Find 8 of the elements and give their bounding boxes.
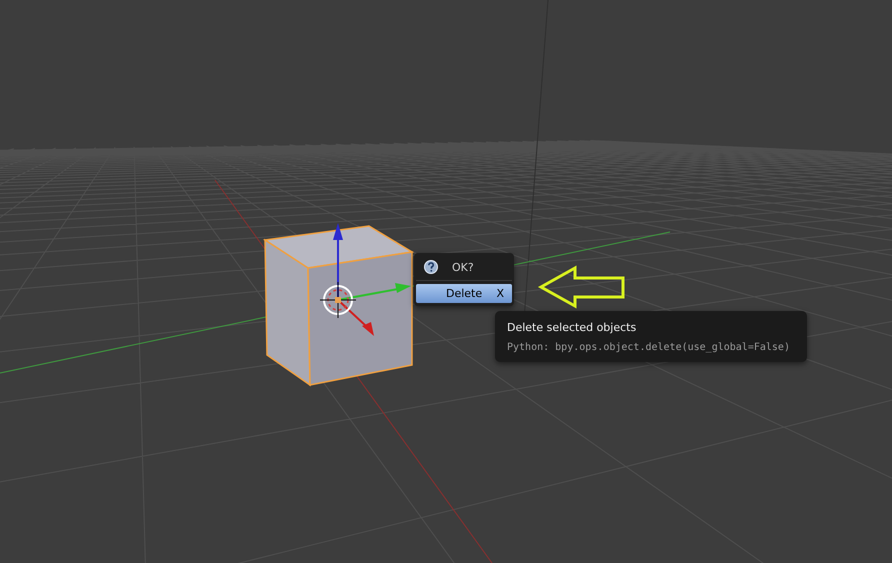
tooltip-python-command: Python: bpy.ops.object.delete(use_global=False) xyxy=(507,342,791,353)
cube-drawing[interactable] xyxy=(262,225,414,386)
tooltip-description: Delete selected objects xyxy=(507,321,638,334)
popup-title: OK? xyxy=(452,260,474,274)
transform-gizmo[interactable] xyxy=(320,223,411,336)
delete-menu-item[interactable]: Delete X xyxy=(416,284,512,303)
3d-viewport[interactable]: OK? Delete X Delete selected objects Python: bpy.ops.object.delete(use_global=False) xyxy=(0,0,892,563)
question-icon xyxy=(424,260,438,274)
